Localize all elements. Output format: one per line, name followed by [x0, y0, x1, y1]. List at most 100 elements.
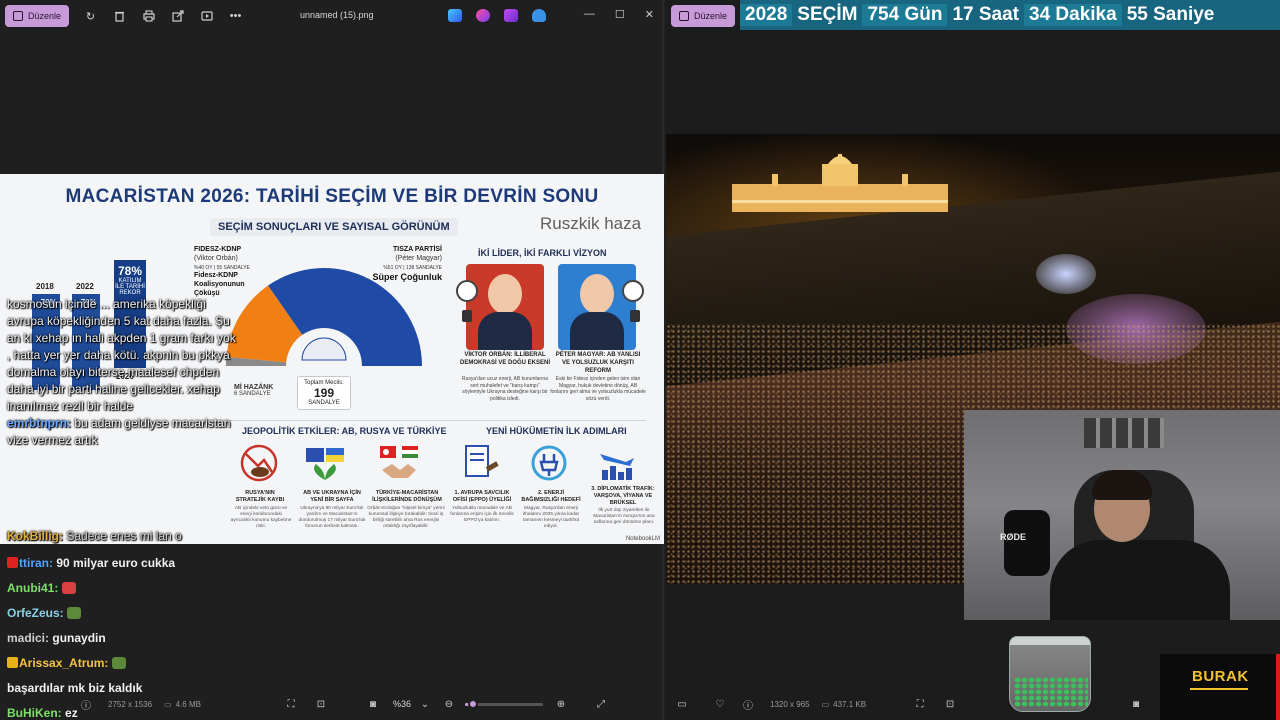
- magyar-head: [580, 274, 614, 314]
- zoom-value[interactable]: %36: [393, 699, 411, 709]
- watermark-text: Ruszkik haza: [540, 214, 642, 233]
- actual-size-icon[interactable]: ⊡: [315, 698, 327, 710]
- fidesz-name: FIDESZ-KDNP: [194, 246, 242, 253]
- print-icon[interactable]: [141, 9, 156, 24]
- chat-username[interactable]: Anubi41:: [7, 581, 58, 595]
- view-mode-icon[interactable]: ◙: [367, 698, 379, 710]
- election-countdown-banner: 2028 SEÇİM 754 Gün 17 Saat 34 Dakika 55 …: [740, 0, 1280, 30]
- tisza-name: TISZA PARTİSİ: [393, 246, 442, 253]
- app-paint-icon[interactable]: [476, 9, 490, 22]
- share-icon[interactable]: [170, 9, 185, 24]
- chat-overlay: kosmosun içinde ... amerika köpekliği av…: [7, 296, 237, 543]
- microphone: [1004, 510, 1050, 576]
- overlay-nick-3: KokBillig:: [7, 529, 63, 543]
- compass-icon-right: [622, 280, 644, 302]
- overlay-text-3: Sadece enes mi lan o: [66, 529, 182, 543]
- geo-item-3-title: TÜRKİYE-MACARİSTAN İLİŞKİLERİNDE DÖNÜŞÜM: [372, 490, 442, 503]
- statusbar-right: ▭ ♡ ⓘ 1320 x 965 ▭ 437.1 KB ⛶ ⊡: [666, 692, 1146, 716]
- streamer-logo: BURAK: [1160, 654, 1280, 720]
- maximize-icon[interactable]: ☐: [615, 8, 625, 21]
- turnout-record-pct: 78%: [117, 264, 143, 278]
- zoom-dropdown-icon[interactable]: ⌄: [419, 698, 431, 710]
- countdown-minutes: 34 Dakika: [1024, 4, 1122, 26]
- wall-frames: [1084, 418, 1164, 448]
- geo-header: JEOPOLİTİK ETKİLER: AB, RUSYA VE TÜRKİYE: [242, 426, 447, 436]
- image-size-icon: ▭: [164, 699, 172, 709]
- fit-screen-icon[interactable]: ⛶: [285, 698, 297, 710]
- more-icon[interactable]: •••: [228, 9, 243, 24]
- countdown-title: SEÇİM: [797, 4, 858, 25]
- view-mode-icon-right[interactable]: ◙: [1130, 698, 1142, 710]
- chat-username[interactable]: madici:: [7, 631, 49, 645]
- hazank-seats: 6 SANDALYE: [234, 391, 271, 397]
- fit-screen-icon-right[interactable]: ⛶: [914, 698, 926, 710]
- user-badge-icon: [7, 657, 18, 668]
- countdown-seconds: 55 Saniye: [1126, 4, 1215, 25]
- hazank-label: Mİ HAZÁNK 6 SANDALYE: [234, 384, 273, 397]
- countdown-year: 2028: [740, 4, 793, 26]
- image-size-icon-right: ▭: [821, 699, 830, 709]
- app-photo-editor-icon[interactable]: [448, 9, 462, 22]
- streamer-name-underline: [1190, 688, 1248, 690]
- bar-year-2018: 2018: [36, 282, 54, 291]
- photo-viewer-left-window: Düzenle ↻ ••• unnamed (15).png — ☐ ✕ MAC…: [0, 0, 664, 720]
- bear-chart-icon: [240, 444, 278, 482]
- chat-username[interactable]: ttiran:: [19, 556, 53, 570]
- fullscreen-icon[interactable]: ⤢: [595, 698, 607, 710]
- chat-text: gunaydin: [52, 631, 106, 645]
- zoom-in-icon[interactable]: ⊕: [555, 698, 567, 710]
- streamer-name: BURAK: [1192, 668, 1249, 685]
- window-controls-left: — ☐ ✕: [584, 8, 654, 21]
- infographic-subtitle: SEÇİM SONUÇLARI VE SAYISAL GÖRÜNÜM: [210, 218, 458, 236]
- edit-label: Düzenle: [694, 11, 728, 21]
- step-1-title: 1. AVRUPA SAVCILIK OFİSİ (EPPO) ÜYELİĞİ: [452, 490, 512, 503]
- zoom-slider[interactable]: [464, 698, 543, 709]
- image-size-right: 437.1 KB: [833, 699, 867, 709]
- favorite-icon[interactable]: ♡: [714, 698, 726, 710]
- minimize-icon[interactable]: —: [584, 8, 595, 21]
- chat-emote-icon: [61, 582, 76, 594]
- edit-button-right[interactable]: Düzenle: [671, 5, 736, 27]
- chat-username[interactable]: Arissax_Atrum:: [19, 656, 108, 670]
- slideshow-icon[interactable]: [199, 9, 214, 24]
- turnout-record-label: KATILIM İLE TARİHİ REKOR: [115, 278, 145, 296]
- parliament-value: 199: [313, 386, 335, 400]
- geo-item-2-title: AB VE UKRAYNA İÇİN YENİ BİR SAYFA: [303, 490, 361, 503]
- infographic-title: MACARİSTAN 2026: TARİHİ SEÇİM VE BİR DEV…: [65, 186, 599, 207]
- jar-lid: [1010, 637, 1090, 645]
- stage-screen-glow: [1036, 254, 1096, 294]
- user-badge-icon: [7, 557, 18, 568]
- info-icon[interactable]: ⓘ: [80, 698, 92, 712]
- chat-username[interactable]: OrfeZeus:: [7, 606, 64, 620]
- actual-size-icon-right[interactable]: ⊡: [944, 698, 956, 710]
- app-onedrive-icon[interactable]: [532, 9, 546, 22]
- geo-item-1-desc: AB içindeki veto gücü ve enerji koridoru…: [230, 506, 292, 529]
- rotate-icon[interactable]: ↻: [83, 9, 98, 24]
- image-dimensions: 2752 x 1536: [108, 699, 153, 709]
- airplane-city-icon: [600, 454, 634, 480]
- info-icon-right[interactable]: ⓘ: [742, 698, 754, 712]
- edit-icon: [679, 11, 689, 21]
- magyar-caption: PÉTER MAGYAR: AB YANLISI VE YOLSUZLUK KA…: [555, 352, 641, 374]
- delete-icon[interactable]: [112, 9, 127, 24]
- edit-label: Düzenle: [28, 11, 62, 21]
- magyar-body: [570, 312, 624, 350]
- handshake-icon: [380, 446, 418, 478]
- step-3-desc: İlk yurt dışı ziyaretleri ile Macaristan…: [593, 508, 655, 525]
- parliament-building: [732, 154, 948, 212]
- close-icon[interactable]: ✕: [645, 8, 654, 21]
- fidesz-leader: (Viktor Orbán): [194, 254, 238, 262]
- edit-button-left[interactable]: Düzenle: [5, 5, 70, 27]
- microphone-brand-label: RØDE: [1000, 532, 1027, 542]
- filmstrip-icon[interactable]: ▭: [676, 698, 688, 710]
- zoom-slider-knob[interactable]: [467, 698, 478, 709]
- geo-item-3-desc: Orbán-Erdoğan "kişisel kimya" yerini kur…: [367, 506, 445, 529]
- app-clipchamp-icon[interactable]: [504, 9, 518, 22]
- toolbar-left: ↻ •••: [83, 9, 243, 24]
- hazank-name: Mİ HAZÁNK: [234, 384, 274, 391]
- credit-label: NotebookLM: [625, 536, 660, 542]
- step-3-title: 3. DİPLOMATİK TRAFİK: VARŞOVA, VİYANA VE…: [591, 486, 655, 506]
- overlay-msg-1: kosmosun içinde ... amerika köpekliği av…: [7, 297, 236, 413]
- zoom-out-icon[interactable]: ⊖: [443, 698, 455, 710]
- step-2-title: 2. ENERJİ BAĞIMSIZLIĞI HEDEFİ: [521, 490, 581, 503]
